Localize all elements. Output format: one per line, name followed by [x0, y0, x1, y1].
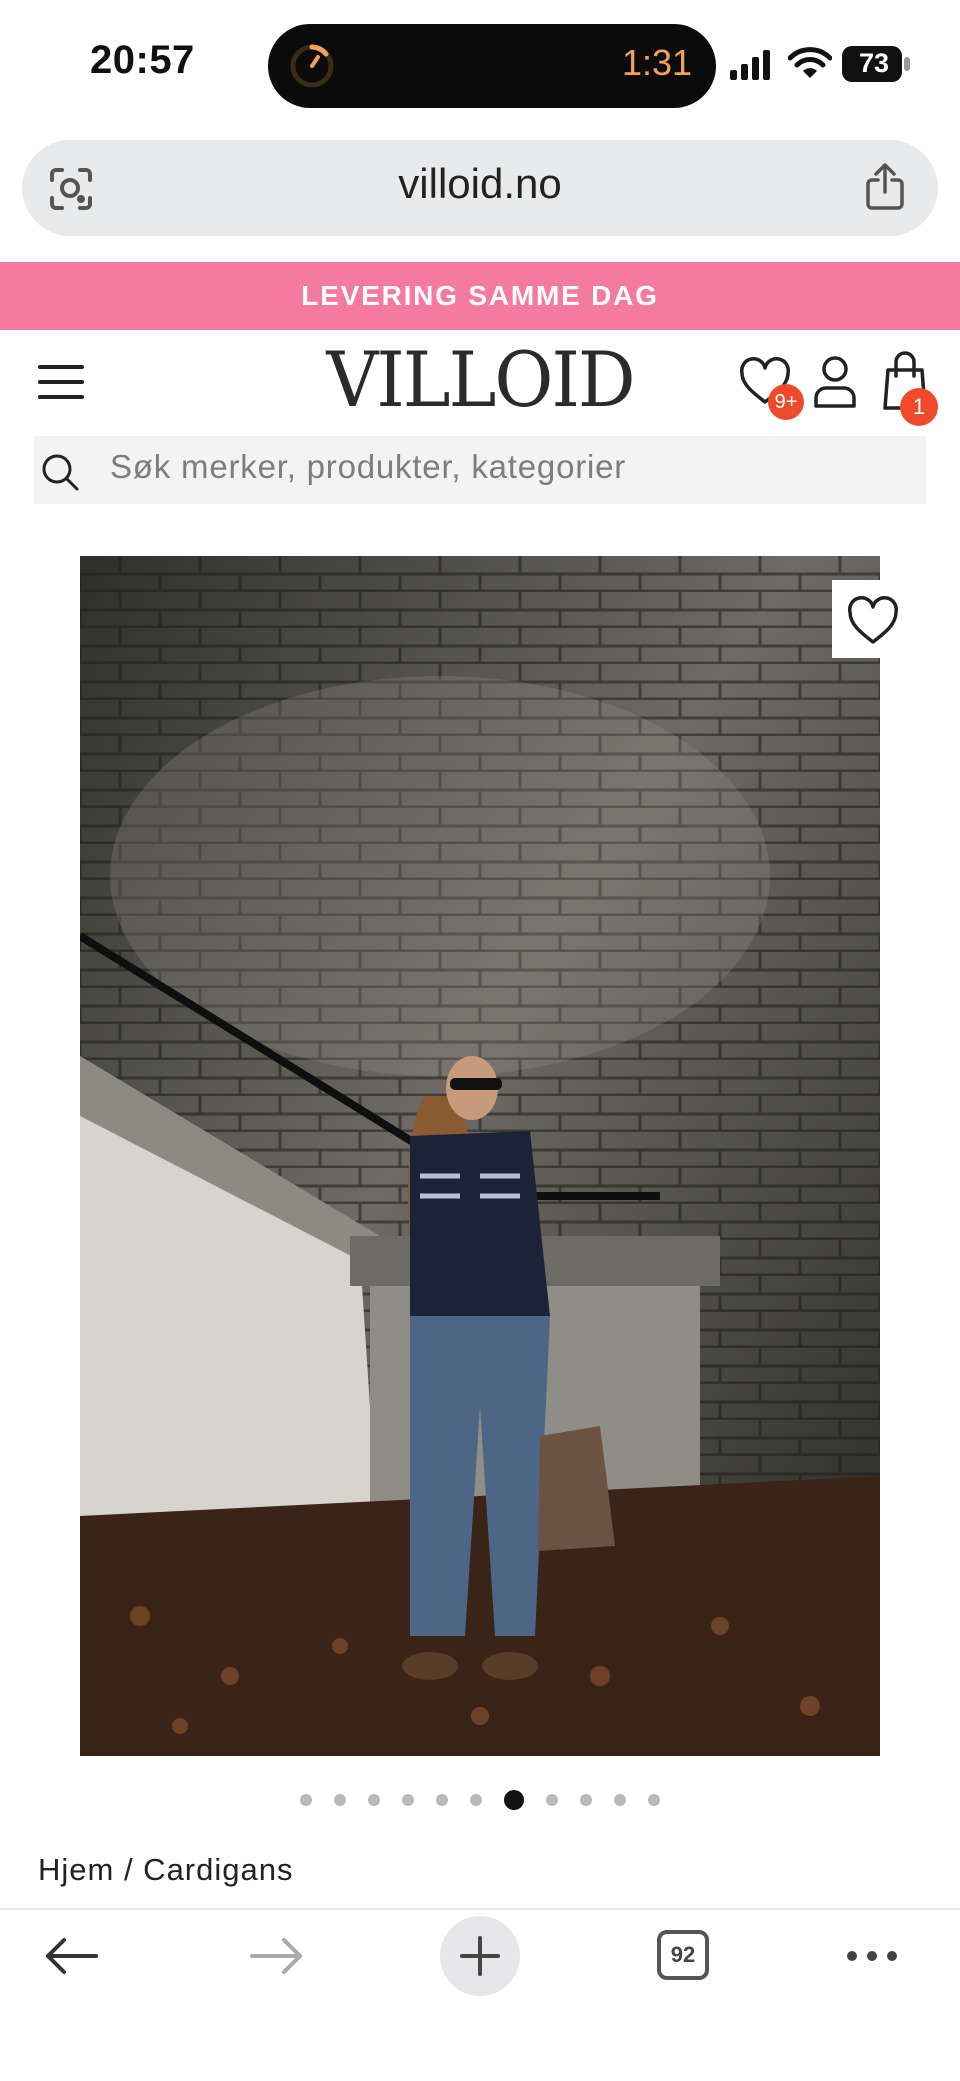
- product-image[interactable]: [80, 556, 880, 1756]
- carousel-dot[interactable]: [546, 1794, 558, 1806]
- product-photo: [80, 556, 880, 1756]
- promo-banner[interactable]: LEVERING SAMME DAG: [0, 262, 960, 330]
- carousel-dot[interactable]: [300, 1794, 312, 1806]
- battery-level: 73: [858, 48, 890, 78]
- more-icon[interactable]: [846, 1946, 898, 1966]
- status-time: 20:57: [90, 38, 195, 82]
- island-timer-text: 1:31: [622, 42, 693, 83]
- url-text[interactable]: villoid.no: [0, 160, 960, 208]
- carousel-dot[interactable]: [614, 1794, 626, 1806]
- new-tab-button[interactable]: [440, 1916, 520, 1996]
- add-to-wishlist-button[interactable]: [832, 580, 914, 658]
- carousel-dot[interactable]: [436, 1794, 448, 1806]
- bag-badge: 1: [900, 388, 938, 426]
- user-icon[interactable]: [812, 354, 858, 410]
- plus-icon: [460, 1936, 500, 1976]
- cellular-signal-icon: [730, 50, 770, 80]
- carousel-dot[interactable]: [580, 1794, 592, 1806]
- favorites-badge: 9+: [768, 384, 804, 420]
- wifi-icon: [788, 47, 832, 78]
- carousel-dot[interactable]: [334, 1794, 346, 1806]
- share-icon[interactable]: [864, 162, 906, 212]
- breadcrumb[interactable]: Hjem / Cardigans: [38, 1852, 293, 1888]
- carousel-indicator: [0, 1788, 960, 1812]
- carousel-dot[interactable]: [368, 1794, 380, 1806]
- back-icon[interactable]: [42, 1936, 102, 1976]
- carousel-dot[interactable]: [648, 1794, 660, 1806]
- heart-icon: [847, 596, 899, 644]
- search-icon: [42, 454, 79, 491]
- timer-icon: [290, 44, 334, 88]
- search-placeholder[interactable]: Søk merker, produkter, kategorier: [110, 448, 626, 486]
- carousel-dot[interactable]: [402, 1794, 414, 1806]
- carousel-dot[interactable]: [470, 1794, 482, 1806]
- tabs-button[interactable]: 92: [657, 1930, 709, 1980]
- forward-icon[interactable]: [246, 1936, 306, 1976]
- carousel-dot-active[interactable]: [504, 1790, 524, 1810]
